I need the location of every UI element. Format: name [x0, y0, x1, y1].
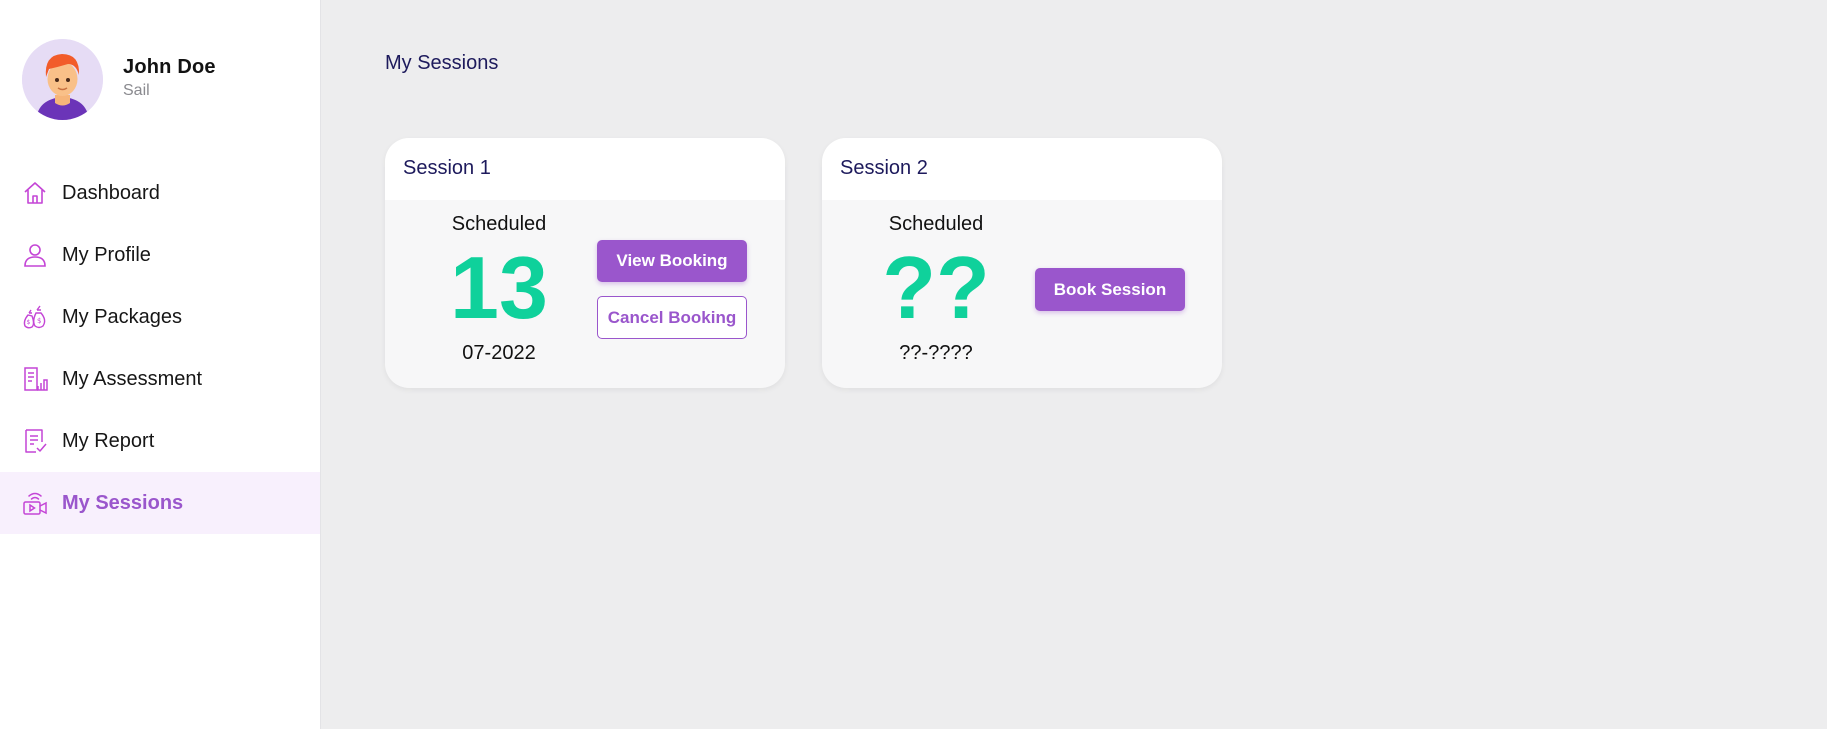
session-status: Scheduled [888, 213, 984, 235]
home-icon [22, 180, 48, 206]
view-booking-button[interactable]: View Booking [597, 240, 747, 282]
book-session-button[interactable]: Book Session [1035, 268, 1185, 311]
sidebar-item-label: My Report [62, 429, 155, 452]
session-card-body: Scheduled ?? ??-???? Book Session [822, 200, 1222, 388]
sidebar-nav: Dashboard My Profile $ $ My Packages My … [0, 162, 320, 534]
session-day: 13 [450, 238, 548, 337]
video-session-icon [22, 490, 48, 516]
report-check-icon [22, 428, 48, 454]
sidebar-item-my-assessment[interactable]: My Assessment [0, 348, 320, 410]
session-status: Scheduled [451, 213, 547, 235]
user-name: John Doe [123, 55, 216, 78]
session-day: ?? [882, 238, 990, 337]
svg-text:$: $ [37, 317, 41, 325]
session-month-year: ??-???? [899, 342, 973, 364]
session-month-year: 07-2022 [462, 342, 536, 364]
session-card-body: Scheduled 13 07-2022 View Booking Cancel… [385, 200, 785, 388]
sidebar-item-my-report[interactable]: My Report [0, 410, 320, 472]
sidebar-item-dashboard[interactable]: Dashboard [0, 162, 320, 224]
sidebar-item-label: My Assessment [62, 367, 203, 390]
user-role: Sail [123, 81, 150, 99]
session-card-title: Session 2 [822, 138, 1222, 200]
assessment-chart-icon [22, 366, 48, 392]
sidebar-item-label: My Sessions [62, 491, 184, 514]
sidebar: John Doe Sail Dashboard My Profile $ $ M… [0, 0, 321, 729]
sidebar-item-label: My Packages [62, 305, 183, 328]
sidebar-item-my-sessions[interactable]: My Sessions [0, 472, 320, 534]
sidebar-item-label: Dashboard [62, 181, 160, 204]
sidebar-item-my-packages[interactable]: $ $ My Packages [0, 286, 320, 348]
sidebar-item-my-profile[interactable]: My Profile [0, 224, 320, 286]
sidebar-item-label: My Profile [62, 243, 151, 266]
money-bags-icon: $ $ [22, 304, 48, 330]
user-profile[interactable]: John Doe Sail [22, 39, 216, 120]
page-title: My Sessions [385, 52, 499, 74]
session-card-title: Session 1 [385, 138, 785, 200]
user-icon [22, 242, 48, 268]
cancel-booking-button[interactable]: Cancel Booking [597, 296, 747, 339]
session-card: Session 2 Scheduled ?? ??-???? Book Sess… [822, 138, 1222, 388]
avatar [22, 39, 103, 120]
session-card: Session 1 Scheduled 13 07-2022 View Book… [385, 138, 785, 388]
svg-text:$: $ [27, 319, 31, 326]
main-content: My Sessions Session 1 Scheduled 13 07-20… [321, 0, 1827, 729]
